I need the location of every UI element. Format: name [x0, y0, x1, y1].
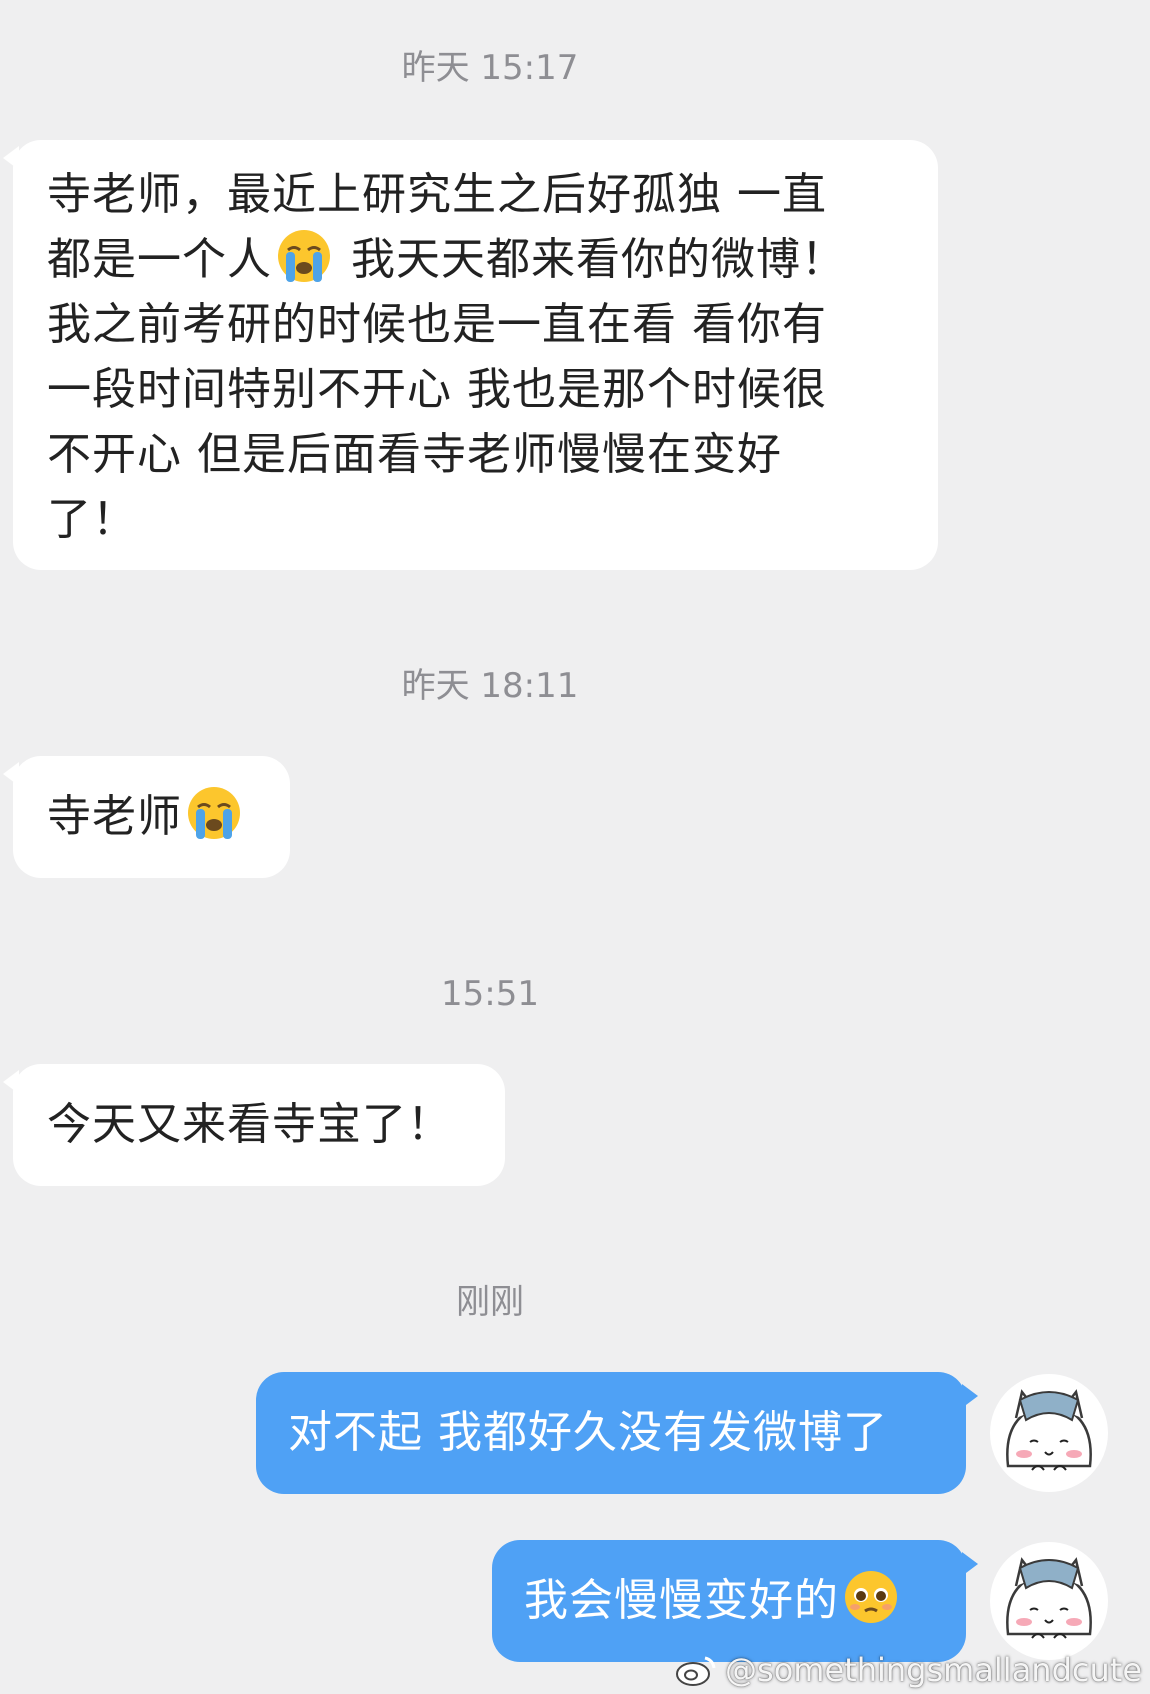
incoming-message-bubble[interactable]: 今天又来看寺宝了！ [3, 1064, 505, 1186]
message-line: 都是一个人 我天天都来看你的微博！ [47, 227, 902, 292]
timestamp: 刚刚 [456, 1282, 524, 1322]
cat-avatar-icon [1006, 1389, 1092, 1471]
outgoing-message-bubble[interactable]: 我会慢慢变好的 [492, 1540, 978, 1662]
watermark-text: @somethingsmallandcute [725, 1651, 1142, 1689]
message-text: 寺老师 [47, 791, 182, 842]
bubble-tail [962, 1552, 978, 1576]
avatar[interactable] [990, 1542, 1108, 1660]
bubble-tail [3, 762, 19, 786]
weibo-icon [676, 1656, 716, 1686]
pleading-face-icon [845, 1571, 897, 1623]
cat-avatar-icon [1006, 1557, 1092, 1639]
incoming-message-bubble[interactable]: 寺老师 [3, 756, 290, 878]
timestamp: 15:51 [441, 974, 539, 1014]
timestamp: 昨天 18:11 [401, 666, 579, 706]
message-line: 我之前考研的时候也是一直在看 看你有 [47, 299, 827, 350]
watermark: @somethingsmallandcute [675, 1650, 1142, 1690]
timestamp: 昨天 15:17 [401, 48, 579, 88]
message-line: 寺老师，最近上研究生之后好孤独 一直 [47, 169, 827, 220]
message-text: 今天又来看寺宝了！ [47, 1099, 452, 1150]
message-line: 一段时间特别不开心 我也是那个时候很 [47, 364, 827, 415]
message-text: 我会慢慢变好的 [524, 1575, 839, 1626]
bubble-tail [3, 1070, 19, 1094]
outgoing-message-bubble[interactable]: 对不起 我都好久没有发微博了 [256, 1372, 978, 1494]
message-line: 不开心 但是后面看寺老师慢慢在变好 [47, 429, 782, 480]
bubble-tail [3, 146, 19, 170]
incoming-message-bubble[interactable]: 寺老师，最近上研究生之后好孤独 一直 都是一个人 我天天都来看你的微博！ 我之前… [3, 140, 938, 570]
loudly-crying-face-icon [278, 230, 330, 282]
message-text: 对不起 我都好久没有发微博了 [288, 1407, 888, 1458]
avatar[interactable] [990, 1374, 1108, 1492]
message-line: 了！ [47, 494, 137, 545]
loudly-crying-face-icon [188, 787, 240, 839]
bubble-tail [962, 1384, 978, 1408]
